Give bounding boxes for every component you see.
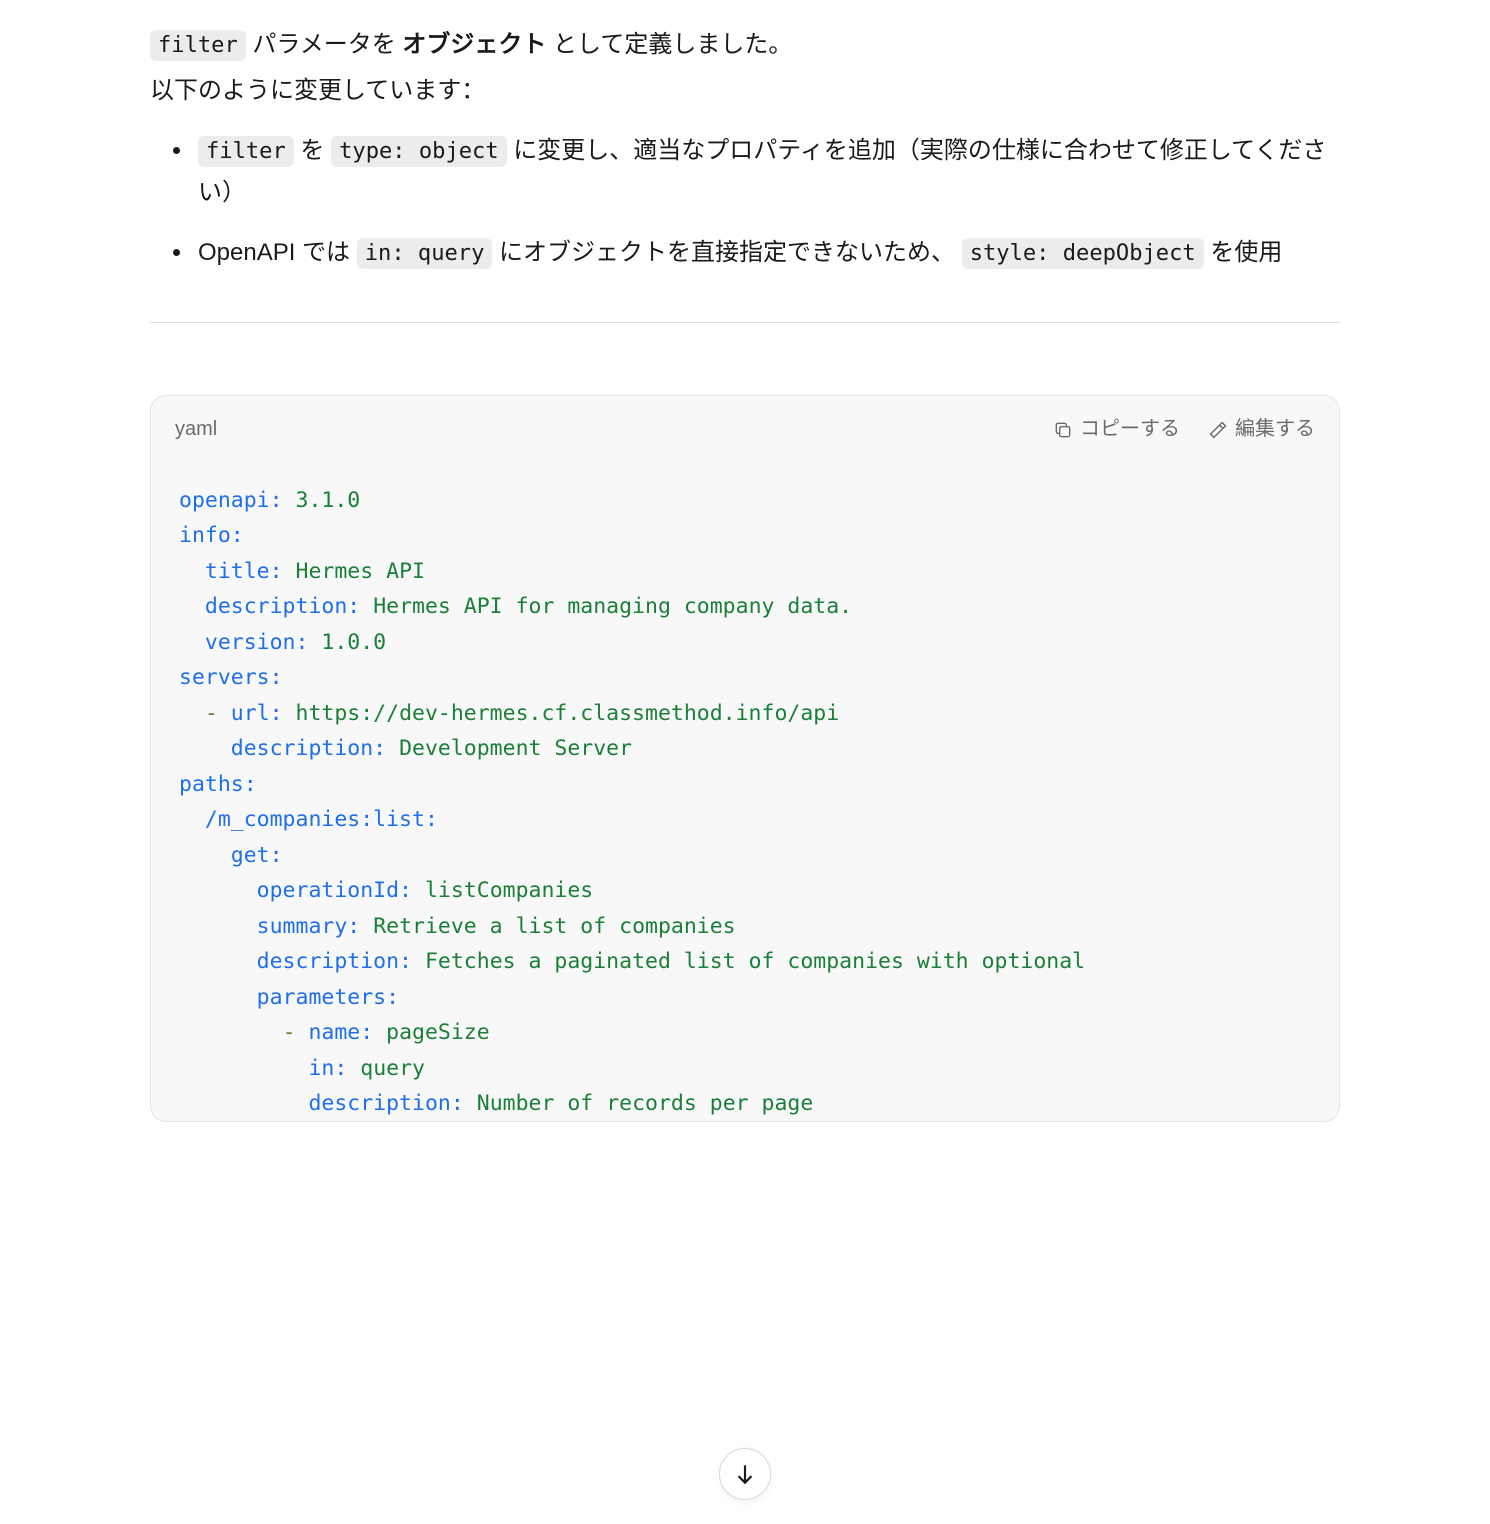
copy-button[interactable]: コピーする [1053,412,1180,447]
text: OpenAPI では [198,239,357,266]
text: を [294,137,331,164]
code-actions: コピーする 編集する [1053,412,1315,447]
scroll-down-button[interactable] [719,1448,771,1500]
code-body: openapi: 3.1.0 info: title: Hermes API d… [151,463,1339,1121]
change-list: filter を type: object に変更し、適当なプロパティを追加（実… [150,130,1340,274]
copy-icon [1053,420,1073,440]
edit-label: 編集する [1235,412,1315,447]
code-inline: filter [198,136,294,167]
intro-line-1: filter パラメータを オブジェクト として定義しました。 [150,24,1340,66]
text: にオブジェクトを直接指定できないため、 [492,239,961,266]
code-inline: type: object [331,136,507,167]
bold-object: オブジェクト [402,31,546,58]
code-block-yaml: yaml コピーする 編集する openapi: 3.1.0 info: tit… [150,395,1340,1122]
arrow-down-icon [732,1461,758,1487]
list-item: filter を type: object に変更し、適当なプロパティを追加（実… [194,130,1340,214]
copy-label: コピーする [1080,412,1180,447]
code-inline-filter: filter [150,30,246,61]
edit-icon [1208,420,1228,440]
list-item: OpenAPI では in: query にオブジェクトを直接指定できないため、… [194,232,1340,274]
edit-button[interactable]: 編集する [1208,412,1315,447]
intro-line-2: 以下のように変更しています： [150,70,1340,112]
text: を使用 [1204,239,1283,266]
text: パラメータを [246,31,403,58]
section-divider [150,322,1340,323]
text: として定義しました。 [546,31,792,58]
code-inline: style: deepObject [962,238,1204,269]
code-inline: in: query [357,238,493,269]
code-lang-label: yaml [175,412,217,447]
code-header: yaml コピーする 編集する [151,396,1339,463]
explanation-block: filter パラメータを オブジェクト として定義しました。 以下のように変更… [150,24,1340,274]
